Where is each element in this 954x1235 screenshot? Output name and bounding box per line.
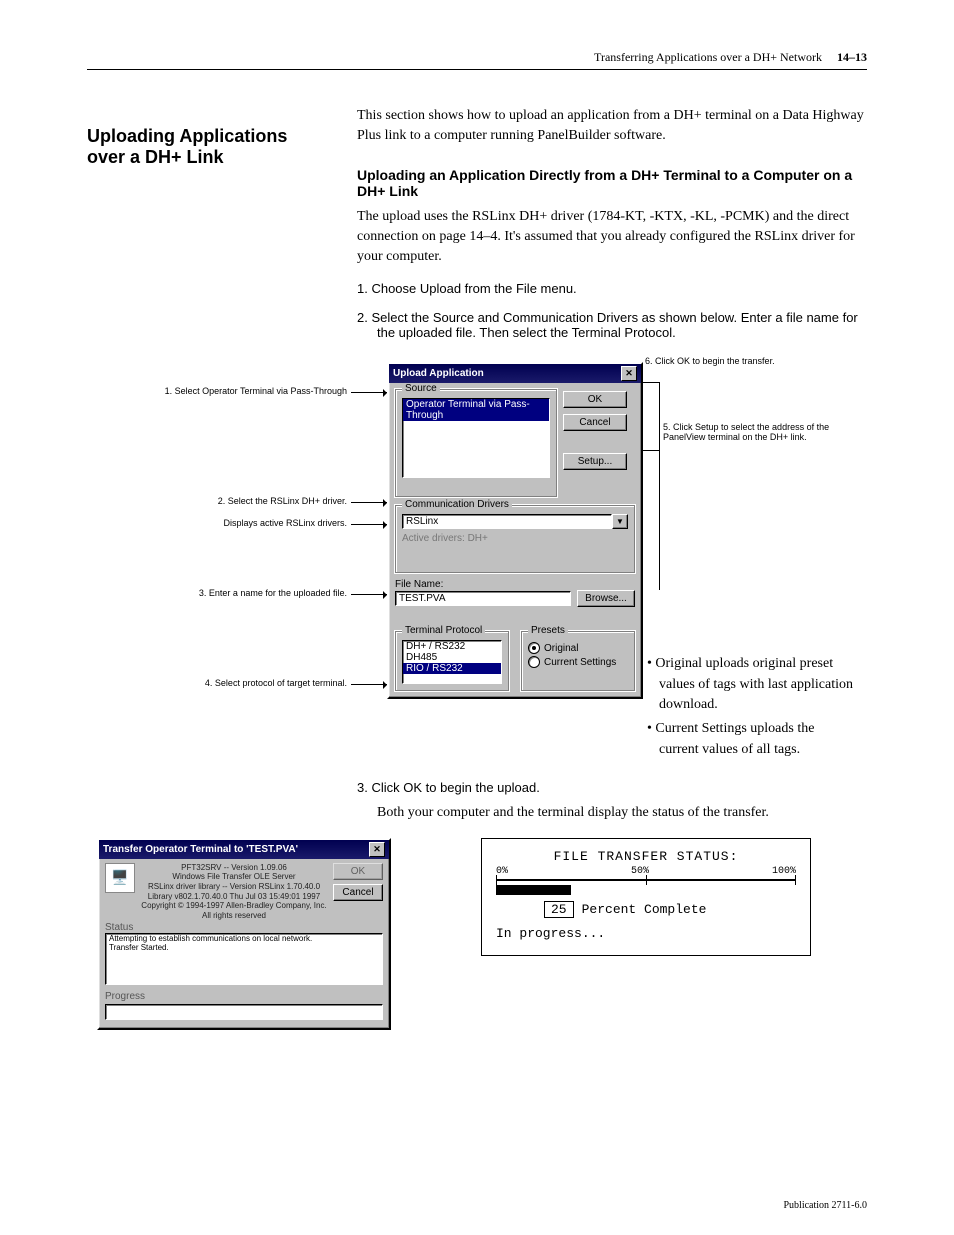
status-label: Status [99, 922, 389, 933]
source-selected[interactable]: Operator Terminal via Pass-Through [403, 399, 549, 421]
lcd-fill-bar [496, 885, 571, 895]
file-name-field[interactable]: TEST.PVA [395, 591, 571, 606]
transfer-ok-button: OK [333, 863, 383, 880]
tick-100: 100% [772, 866, 796, 877]
browse-button[interactable]: Browse... [577, 590, 635, 607]
subsection-title: Uploading an Application Directly from a… [357, 167, 867, 199]
dialog-title: Upload Application [393, 368, 484, 379]
protocol-item-1[interactable]: DH485 [403, 652, 501, 663]
status-listbox: Attempting to establish communications o… [105, 933, 383, 985]
dialog-titlebar[interactable]: Upload Application ✕ [389, 364, 641, 383]
preset-current-radio[interactable]: Current Settings [528, 656, 628, 668]
callout-1: 1. Select Operator Terminal via Pass-Thr… [157, 386, 347, 396]
app-logo-icon: 🖥️ [105, 863, 135, 893]
protocol-group: Terminal Protocol DH+ / RS232 DH485 RIO … [395, 631, 509, 691]
section-intro: This section shows how to upload an appl… [357, 106, 867, 147]
close-icon[interactable]: ✕ [369, 842, 385, 857]
lcd-percent-box: 25 [544, 901, 574, 918]
running-head-right: Transferring Applications over a DH+ Net… [594, 50, 867, 65]
comm-group: Communication Drivers RSLinx ▼ Active dr… [395, 505, 635, 573]
running-head: Transferring Applications over a DH+ Net… [87, 50, 867, 70]
callout-4: 3. Enter a name for the uploaded file. [157, 588, 347, 598]
bullet-current: • Current Settings uploads the current v… [643, 719, 853, 760]
lcd-percent-label: Percent Complete [582, 902, 707, 917]
radio-on-icon [528, 642, 540, 654]
preset-current-label: Current Settings [544, 657, 616, 668]
step-2: 2. Select the Source and Communication D… [357, 310, 867, 340]
tick-0: 0% [496, 866, 508, 877]
lcd-status: In progress... [496, 926, 796, 941]
subsection-after: The upload uses the RSLinx DH+ driver (1… [357, 207, 867, 268]
bullet-original: • Original uploads original preset value… [643, 654, 853, 715]
preset-original-label: Original [544, 643, 578, 654]
close-icon[interactable]: ✕ [621, 366, 637, 381]
step-3: 3. Click OK to begin the upload. [357, 780, 867, 795]
callout-7: 6. Click OK to begin the transfer. [645, 356, 835, 366]
progress-bar [105, 1004, 383, 1020]
terminal-status-panel: FILE TRANSFER STATUS: 0% 50% 100% 25 Per… [481, 838, 811, 956]
callout-6: 5. Click Setup to select the address of … [663, 422, 833, 442]
comm-group-label: Communication Drivers [402, 499, 512, 510]
chevron-down-icon[interactable]: ▼ [612, 514, 628, 529]
page-number: 14–13 [837, 50, 867, 64]
source-group: Source Operator Terminal via Pass-Throug… [395, 389, 557, 497]
source-listbox[interactable]: Operator Terminal via Pass-Through [402, 398, 550, 478]
callout-5: 4. Select protocol of target terminal. [157, 678, 347, 688]
protocol-item-0[interactable]: DH+ / RS232 [403, 641, 501, 652]
footer: Publication 2711-6.0 [87, 1200, 867, 1211]
protocol-item-2[interactable]: RIO / RS232 [403, 663, 501, 674]
transfer-dialog: Transfer Operator Terminal to 'TEST.PVA'… [97, 838, 391, 1031]
callout-2: 2. Select the RSLinx DH+ driver. [157, 496, 347, 506]
protocol-group-label: Terminal Protocol [402, 625, 485, 636]
file-name-label: File Name: [395, 579, 635, 590]
comm-driver-combo[interactable]: RSLinx ▼ [402, 514, 628, 529]
presets-group-label: Presets [528, 625, 568, 636]
preset-original-radio[interactable]: Original [528, 642, 628, 654]
presets-group: Presets Original Current Settings [521, 631, 635, 691]
section-title: Uploading Applications over a DH+ Link [87, 126, 327, 168]
setup-button[interactable]: Setup... [563, 453, 627, 470]
transfer-header-lines: PFT32SRV -- Version 1.09.06 Windows File… [141, 863, 327, 921]
comm-active-drivers: Active drivers: DH+ [402, 533, 628, 544]
step-3-after: Both your computer and the terminal disp… [357, 803, 867, 823]
transfer-dialog-title: Transfer Operator Terminal to 'TEST.PVA' [103, 844, 298, 855]
transfer-cancel-button[interactable]: Cancel [333, 884, 383, 901]
cancel-button[interactable]: Cancel [563, 414, 627, 431]
status-line-0: Attempting to establish communications o… [106, 934, 382, 943]
source-group-label: Source [402, 383, 440, 394]
step-1: 1. Choose Upload from the File menu. [357, 281, 867, 296]
comm-driver-value[interactable]: RSLinx [402, 514, 612, 529]
upload-dialog: Upload Application ✕ Source Operator Ter… [387, 362, 643, 699]
progress-label: Progress [99, 985, 389, 1004]
publication-number: Publication 2711-6.0 [783, 1200, 867, 1211]
radio-off-icon [528, 656, 540, 668]
callout-3: Displays active RSLinx drivers. [157, 518, 347, 528]
ok-button[interactable]: OK [563, 391, 627, 408]
transfer-dialog-titlebar[interactable]: Transfer Operator Terminal to 'TEST.PVA'… [99, 840, 389, 859]
protocol-listbox[interactable]: DH+ / RS232 DH485 RIO / RS232 [402, 640, 502, 684]
lcd-title: FILE TRANSFER STATUS: [496, 849, 796, 864]
status-line-1: Transfer Started. [106, 943, 382, 952]
